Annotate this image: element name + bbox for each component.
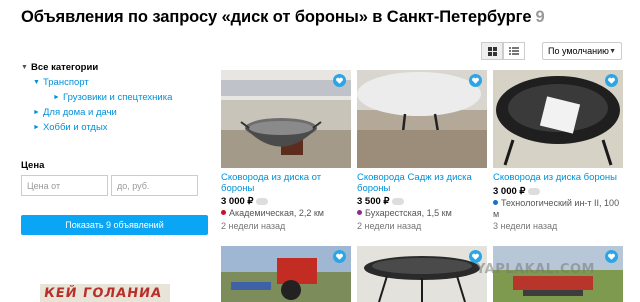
listing-location: Академическая, 2,2 км (221, 208, 351, 219)
listing-photo[interactable] (357, 70, 487, 168)
listing-photo[interactable] (493, 70, 623, 168)
listing-date: 2 недели назад (221, 221, 286, 231)
listing-date: 3 недели назад (493, 221, 558, 231)
listing-photo[interactable] (221, 70, 351, 168)
results-count: 9 (535, 8, 545, 26)
metro-dot-icon (357, 210, 362, 216)
listing-title[interactable]: Сковорода из диска от бороны (221, 172, 351, 194)
show-results-button[interactable]: Показать 9 объявлений (21, 215, 208, 235)
grid-view-button[interactable] (481, 42, 503, 60)
sidebar-item-all-categories[interactable]: ▼ Все категории (21, 60, 211, 75)
price-from-input[interactable]: Цена от (21, 175, 108, 196)
favorite-heart-icon[interactable] (469, 74, 482, 87)
page-title-text: Объявления по запросу «диск от бороны» в… (21, 8, 532, 26)
sidebar-item-label: Все категории (31, 62, 99, 73)
sort-select[interactable]: По умолчанию ▼ (542, 42, 622, 60)
favorite-heart-icon[interactable] (605, 74, 618, 87)
sidebar-item-label: Транспорт (43, 77, 89, 88)
price-hint-icon (256, 197, 269, 205)
chevron-right-icon: ► (33, 109, 40, 116)
favorite-heart-icon[interactable] (333, 250, 346, 263)
sidebar-item-label: Хобби и отдых (43, 122, 108, 133)
listing-location: Технологический ин-т II, 100 м (493, 198, 620, 219)
sidebar-item-transport[interactable]: ▼ Транспорт (33, 75, 211, 90)
list-view-button[interactable] (503, 42, 525, 60)
sidebar-item-label: Для дома и дачи (43, 107, 117, 118)
category-sidebar: ▼ Все категории ▼ Транспорт ► Грузовики … (21, 60, 211, 135)
sidebar-item-trucks[interactable]: ► Грузовики и спецтехника (53, 90, 211, 105)
watermark: YAPLAKAL.COM (476, 262, 595, 277)
price-filter-label: Цена (21, 160, 45, 171)
chevron-right-icon: ► (53, 94, 60, 101)
listing-title[interactable]: Сковорода Садж из диска бороны (357, 172, 487, 194)
chevron-down-icon: ▼ (21, 64, 28, 71)
price-to-input[interactable]: до, руб. (111, 175, 198, 196)
favorite-heart-icon[interactable] (605, 250, 618, 263)
listing-title[interactable]: Сковорода из диска бороны (493, 172, 623, 183)
sidebar-item-label: Грузовики и спецтехника (63, 92, 173, 103)
listing-price: 3 000 ₽ (493, 186, 541, 197)
listing-price: 3 500 ₽ (357, 196, 405, 207)
chevron-down-icon: ▼ (609, 48, 616, 55)
chevron-right-icon: ► (33, 124, 40, 131)
metro-dot-icon (221, 210, 226, 216)
listing-photo[interactable] (221, 246, 351, 302)
listing-date: 2 недели назад (357, 221, 422, 231)
sidebar-item-hobby[interactable]: ► Хобби и отдых (33, 120, 211, 135)
banner-text: КЕЙ ГОЛАНИА (42, 286, 163, 301)
view-toggle (481, 42, 525, 60)
page-title: Объявления по запросу «диск от бороны» в… (21, 8, 545, 27)
sidebar-item-home-garden[interactable]: ► Для дома и дачи (33, 105, 211, 120)
favorite-heart-icon[interactable] (333, 74, 346, 87)
ad-banner[interactable]: КЕЙ ГОЛАНИА (40, 284, 170, 302)
grid-icon (487, 46, 497, 56)
price-hint-icon (528, 187, 541, 195)
sort-value: По умолчанию (548, 46, 609, 56)
list-icon (509, 47, 519, 55)
listing-location: Бухарестская, 1,5 км (357, 208, 487, 219)
price-filter: Цена от до, руб. (21, 175, 198, 196)
metro-dot-icon (493, 200, 498, 206)
chevron-down-icon: ▼ (33, 79, 40, 86)
listing-price: 3 000 ₽ (221, 196, 269, 207)
price-hint-icon (392, 197, 405, 205)
listing-photo[interactable] (357, 246, 487, 302)
